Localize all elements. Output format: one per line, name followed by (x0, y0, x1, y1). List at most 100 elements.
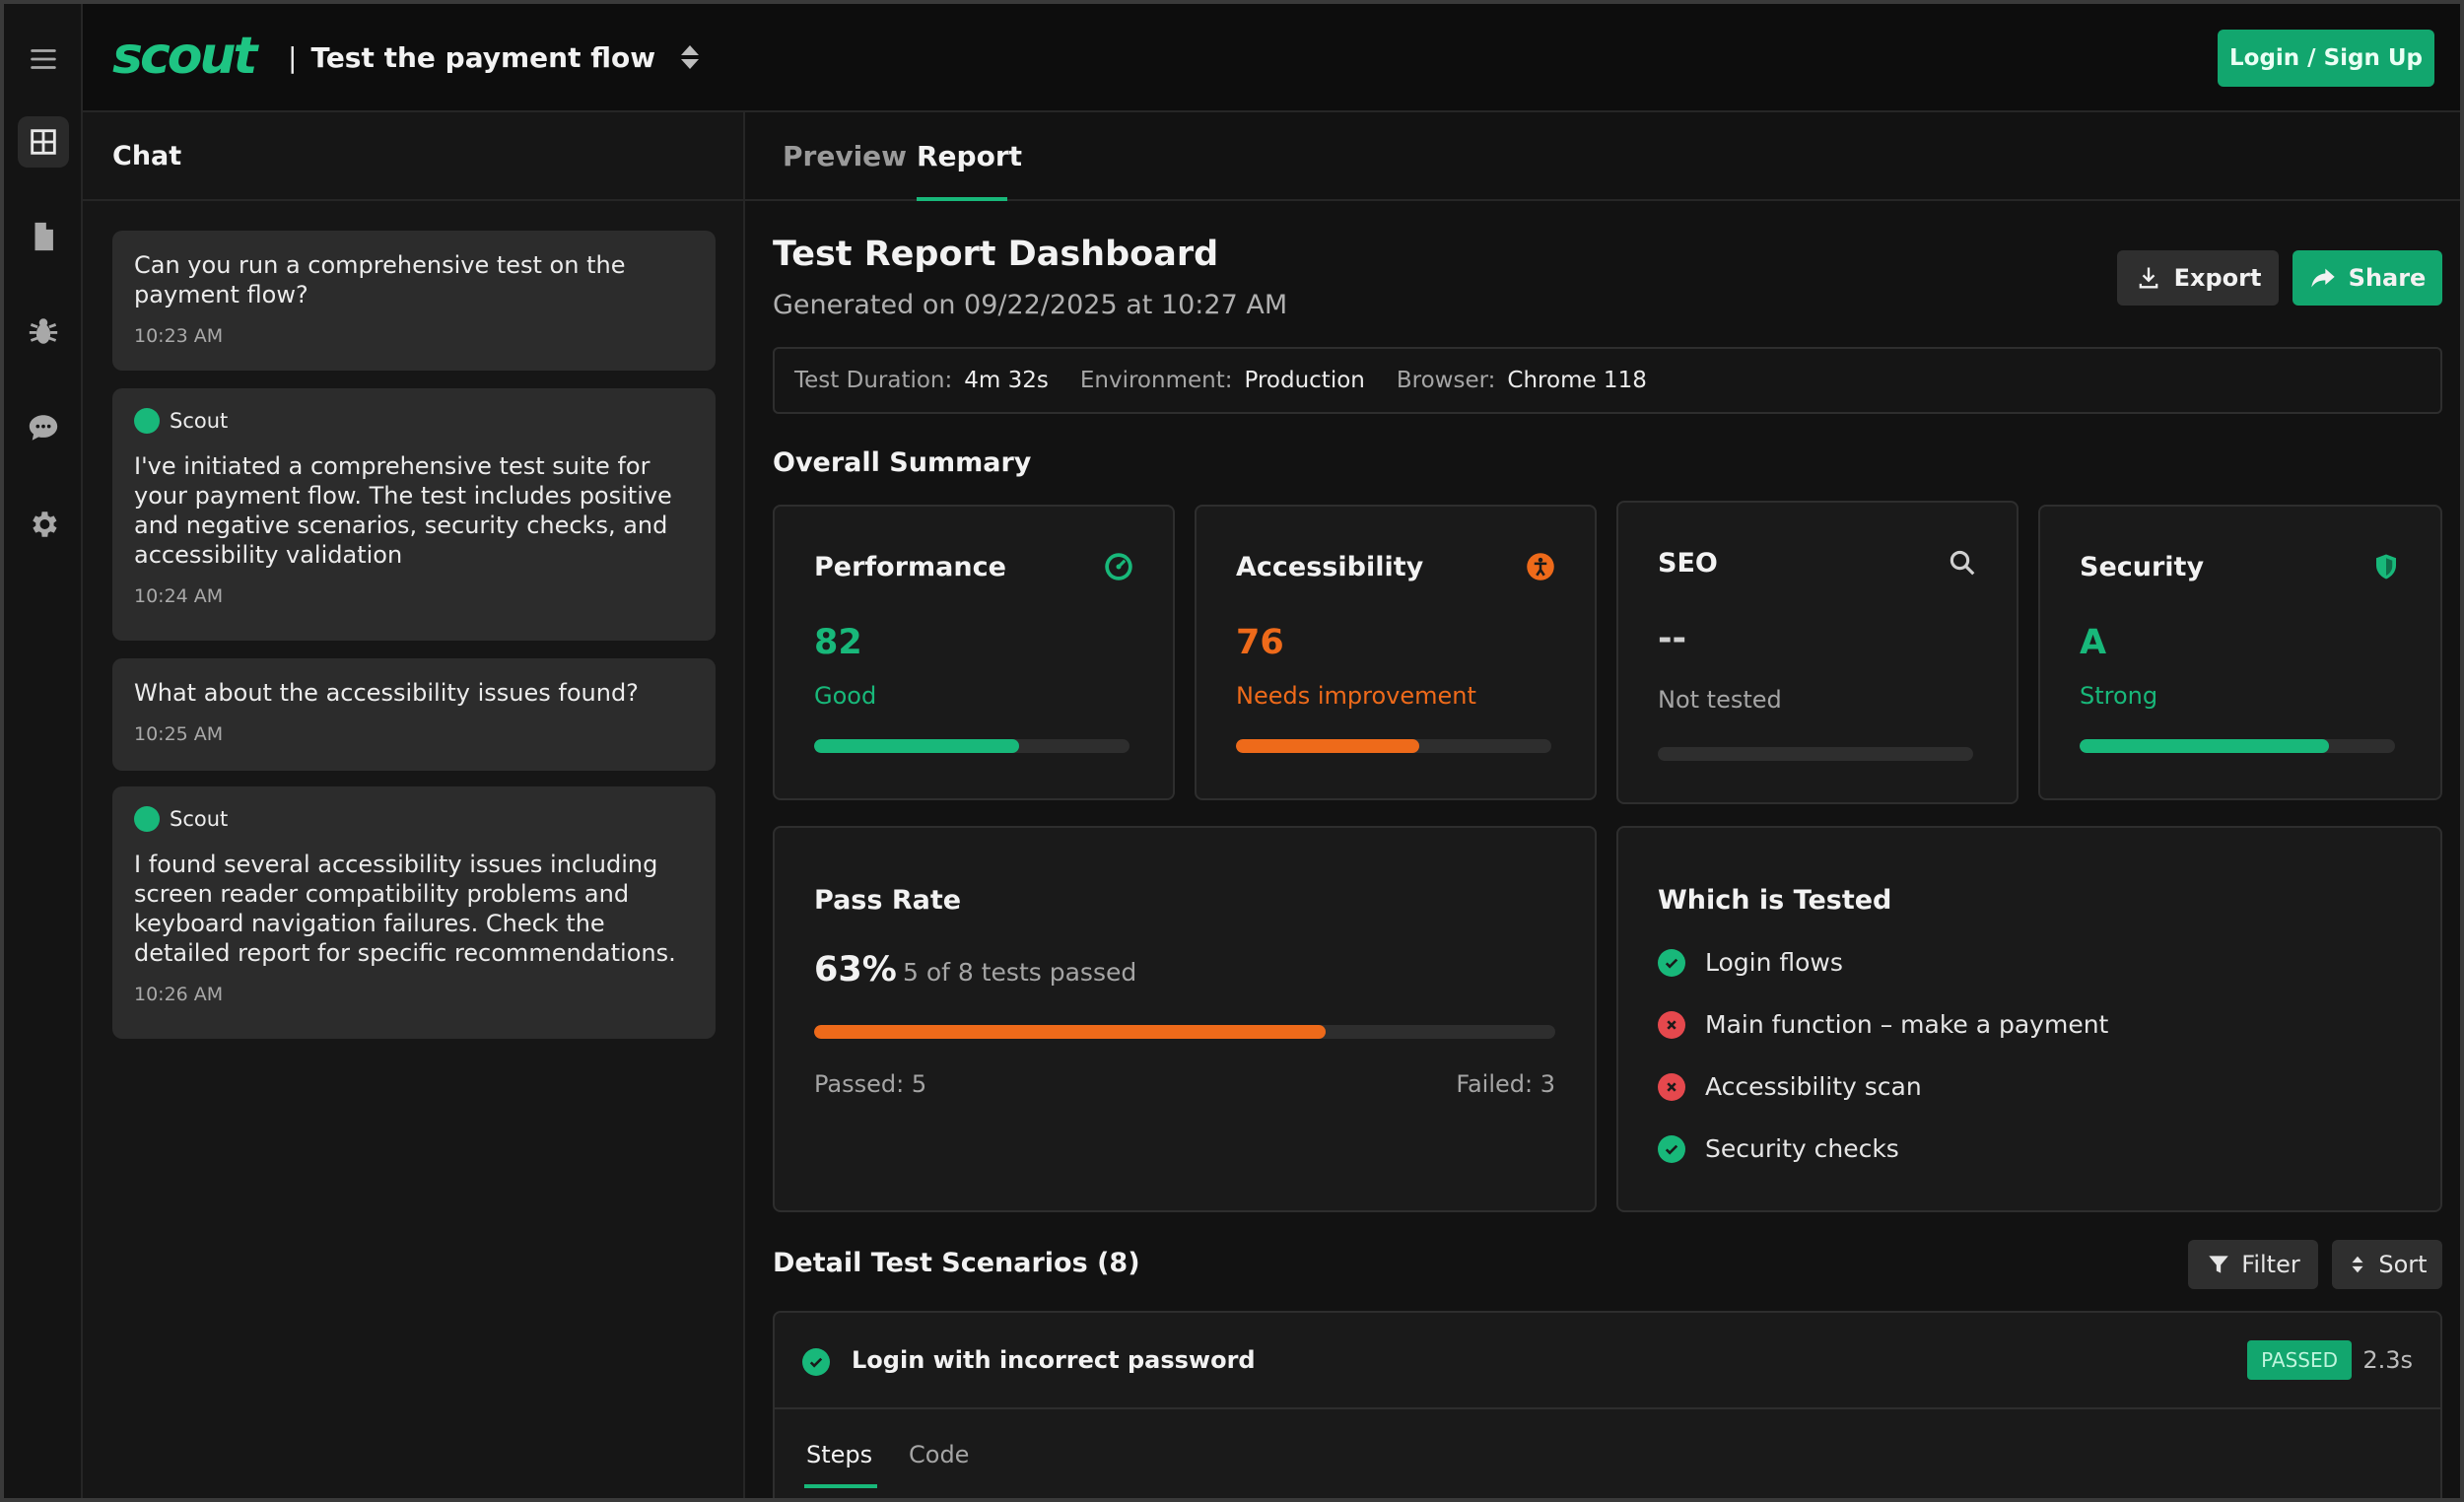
message-time: 10:26 AM (134, 984, 224, 1005)
filter-button[interactable]: Filter (2188, 1240, 2318, 1289)
security-card: Security A Strong (2038, 505, 2442, 800)
share-button[interactable]: Share (2293, 250, 2442, 306)
accessibility-card: Accessibility 76 Needs improvement (1195, 505, 1597, 800)
progress-track (2080, 739, 2395, 753)
active-tab-indicator (804, 1484, 877, 1488)
download-icon (2139, 267, 2157, 289)
shield-icon (2376, 554, 2396, 580)
card-label: Good (814, 682, 877, 710)
pass-rate-percent: 63% (814, 950, 897, 990)
sort-icon (2352, 1256, 2363, 1273)
x-circle-icon (1658, 1010, 1685, 1039)
page-title: Test Report Dashboard (773, 235, 1219, 274)
generated-timestamp: Generated on 09/22/2025 at 10:27 AM (773, 290, 1288, 320)
test-meta-bar: Test Duration: 4m 32s Environment: Product… (773, 347, 2442, 414)
card-title: Accessibility (1236, 552, 1424, 582)
status-badge: PASSED (2247, 1340, 2352, 1380)
pass-rate-fill (814, 1025, 1326, 1039)
card-title: Pass Rate (814, 885, 962, 916)
card-label: Not tested (1658, 686, 1782, 714)
check-circle-icon (1658, 948, 1685, 977)
progress-fill (2080, 739, 2329, 753)
tab-steps[interactable]: Steps (806, 1441, 872, 1468)
card-value: A (2080, 623, 2107, 662)
x-circle-icon (1658, 1072, 1685, 1101)
tested-item: Security checks (1658, 1134, 1899, 1163)
tab-code[interactable]: Code (909, 1441, 969, 1468)
chat-panel: Chat Can you run a comprehensive test on… (83, 112, 745, 1498)
tested-item: Main function – make a payment (1658, 1010, 2108, 1039)
view-tabs: Preview Report (745, 112, 2460, 201)
card-title: Which is Tested (1658, 885, 1892, 916)
pass-rate-track (814, 1025, 1555, 1039)
project-title: Test the payment flow (310, 40, 656, 74)
filter-icon (2209, 1256, 2229, 1273)
tested-areas-card: Which is Tested Login flows Main functio… (1616, 826, 2442, 1212)
chevron-updown-icon (677, 39, 703, 75)
card-value: 82 (814, 623, 862, 662)
scenarios-title: Detail Test Scenarios (8) (773, 1248, 1140, 1278)
tested-item: Accessibility scan (1658, 1072, 1922, 1101)
card-label: Needs improvement (1236, 682, 1476, 710)
chat-message-user: Can you run a comprehensive test on the … (112, 231, 716, 371)
message-text: I've initiated a comprehensive test suit… (134, 452, 672, 569)
scenario-duration: 2.3s (2362, 1346, 2413, 1374)
progress-track (814, 739, 1129, 753)
card-value: 76 (1236, 623, 1284, 662)
scout-avatar (134, 408, 160, 434)
gear-icon[interactable] (18, 499, 69, 550)
document-icon[interactable] (18, 211, 69, 262)
search-icon (1950, 550, 1975, 576)
chat-message-user: What about the accessibility issues foun… (112, 658, 716, 771)
check-circle-icon (802, 1348, 830, 1376)
app-window: scout | Test the payment flow Login / Si… (0, 0, 2464, 1502)
tab-preview[interactable]: Preview (783, 140, 907, 172)
message-sender: Scout (134, 806, 694, 832)
tested-item: Login flows (1658, 948, 1843, 977)
meta-environment: Environment: Production (1079, 368, 1365, 393)
chat-header: Chat (83, 112, 743, 201)
sort-button[interactable]: Sort (2332, 1240, 2442, 1289)
message-sender: Scout (134, 408, 694, 434)
report-panel: Preview Report Test Report Dashboard Gen… (745, 112, 2460, 1498)
scout-logo[interactable]: scout (112, 26, 270, 87)
meta-duration: Test Duration: 4m 32s (794, 368, 1049, 393)
card-title: SEO (1658, 548, 1718, 579)
project-selector[interactable]: | Test the payment flow (288, 39, 703, 75)
chat-icon[interactable] (18, 402, 69, 453)
message-text: I found several accessibility issues inc… (134, 851, 676, 967)
meta-browser: Browser: Chrome 118 (1396, 368, 1647, 393)
chat-message-scout: Scout I've initiated a comprehensive tes… (112, 388, 716, 641)
login-signup-button[interactable]: Login / Sign Up (2218, 30, 2434, 87)
summary-title: Overall Summary (773, 447, 1032, 478)
scout-avatar (134, 806, 160, 832)
active-tab-indicator (917, 197, 1007, 201)
export-button[interactable]: Export (2117, 250, 2279, 306)
passed-count: Passed: 5 (814, 1070, 927, 1098)
share-icon (2310, 268, 2335, 288)
scenario-name: Login with incorrect password (852, 1346, 1256, 1374)
progress-fill (814, 739, 1019, 753)
progress-track (1658, 747, 1973, 761)
scenario-item[interactable]: Login with incorrect password PASSED 2.3… (773, 1311, 2442, 1498)
progress-fill (1236, 739, 1419, 753)
failed-count: Failed: 3 (1456, 1070, 1555, 1098)
chat-message-scout: Scout I found several accessibility issu… (112, 786, 716, 1039)
card-value: -- (1658, 619, 1687, 658)
check-circle-icon (1658, 1134, 1685, 1163)
card-title: Security (2080, 552, 2205, 582)
pass-rate-card: Pass Rate 63% 5 of 8 tests passed Passed… (773, 826, 1597, 1212)
accessibility-icon (1527, 553, 1554, 580)
progress-track (1236, 739, 1551, 753)
message-time: 10:24 AM (134, 585, 224, 607)
message-time: 10:23 AM (134, 325, 224, 347)
menu-icon[interactable] (18, 34, 69, 85)
dashboard-icon[interactable] (18, 116, 69, 168)
gauge-icon (1105, 553, 1132, 580)
top-bar: scout | Test the payment flow Login / Si… (83, 4, 2460, 112)
scenario-header[interactable]: Login with incorrect password PASSED 2.3… (775, 1313, 2440, 1409)
seo-card: SEO -- Not tested (1616, 501, 2019, 804)
tab-report[interactable]: Report (917, 140, 1022, 172)
bug-icon[interactable] (18, 306, 69, 357)
message-time: 10:25 AM (134, 723, 224, 745)
